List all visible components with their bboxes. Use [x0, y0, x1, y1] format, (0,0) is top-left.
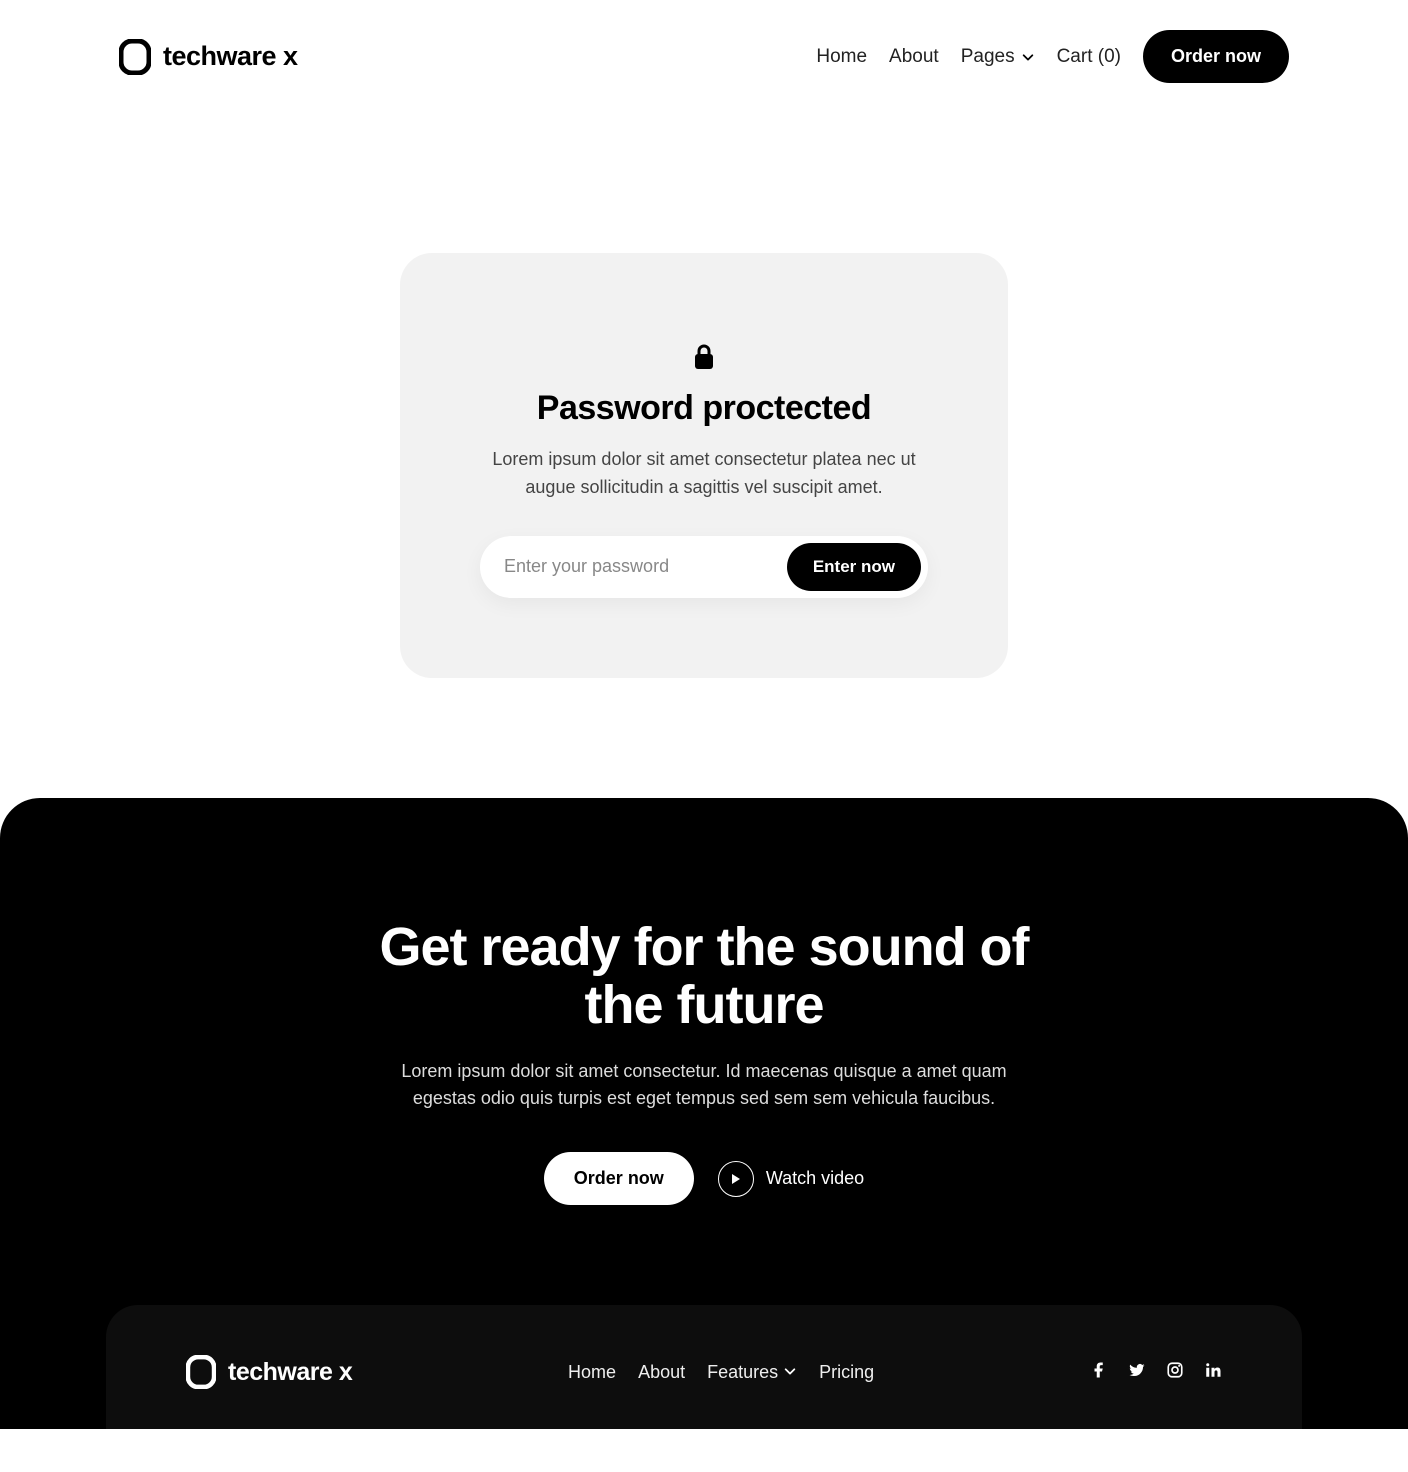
- nav-about[interactable]: About: [889, 46, 939, 68]
- cta-title: Get ready for the sound of the future: [344, 918, 1064, 1035]
- header: techware x Home About Pages Cart (0) Ord…: [119, 0, 1289, 113]
- watch-video-label: Watch video: [766, 1168, 864, 1189]
- lock-icon: [692, 343, 716, 371]
- cta-order-button[interactable]: Order now: [544, 1152, 694, 1205]
- main-content: Password proctected Lorem ipsum dolor si…: [0, 113, 1408, 798]
- twitter-icon: [1128, 1361, 1146, 1379]
- nav-cart[interactable]: Cart (0): [1057, 46, 1121, 68]
- order-now-button[interactable]: Order now: [1143, 30, 1289, 83]
- footer-nav-home[interactable]: Home: [568, 1362, 616, 1383]
- primary-nav: Home About Pages Cart (0) Order now: [816, 30, 1289, 83]
- nav-pages[interactable]: Pages: [961, 46, 1035, 68]
- play-icon: [718, 1161, 754, 1197]
- brand-name: techware x: [163, 41, 298, 72]
- password-form: Enter now: [480, 536, 928, 598]
- logo-icon: [119, 39, 151, 75]
- cta-description: Lorem ipsum dolor sit amet consectetur. …: [344, 1058, 1064, 1112]
- footer-nav-about[interactable]: About: [638, 1362, 685, 1383]
- brand-logo[interactable]: techware x: [119, 39, 298, 75]
- facebook-icon: [1090, 1361, 1108, 1379]
- logo-icon: [186, 1355, 216, 1389]
- chevron-down-icon: [1021, 50, 1035, 64]
- nav-pages-label: Pages: [961, 46, 1015, 68]
- social-links: [1090, 1361, 1222, 1384]
- footer-nav-features-label: Features: [707, 1362, 778, 1382]
- password-card: Password proctected Lorem ipsum dolor si…: [400, 253, 1008, 678]
- facebook-link[interactable]: [1090, 1361, 1108, 1384]
- nav-home[interactable]: Home: [816, 46, 867, 68]
- instagram-icon: [1166, 1361, 1184, 1379]
- card-description: Lorem ipsum dolor sit amet consectetur p…: [480, 446, 928, 502]
- card-title: Password proctected: [480, 389, 928, 428]
- footer-nav-pricing[interactable]: Pricing: [819, 1362, 874, 1383]
- watch-video-button[interactable]: Watch video: [718, 1161, 864, 1197]
- cta-buttons: Order now Watch video: [344, 1152, 1064, 1205]
- instagram-link[interactable]: [1166, 1361, 1184, 1384]
- enter-now-button[interactable]: Enter now: [787, 543, 921, 591]
- linkedin-icon: [1204, 1361, 1222, 1379]
- footer-nav: Home About Features Pricing: [568, 1362, 874, 1383]
- chevron-down-icon: [783, 1364, 797, 1378]
- cta-section: Get ready for the sound of the future Lo…: [0, 798, 1408, 1306]
- footer-nav-features[interactable]: Features: [707, 1362, 797, 1383]
- footer-brand-name: techware x: [228, 1358, 352, 1387]
- linkedin-link[interactable]: [1204, 1361, 1222, 1384]
- footer: techware x Home About Features Pricing: [106, 1305, 1302, 1429]
- twitter-link[interactable]: [1128, 1361, 1146, 1384]
- footer-wrap: techware x Home About Features Pricing: [0, 1305, 1408, 1429]
- footer-logo[interactable]: techware x: [186, 1355, 352, 1389]
- password-input[interactable]: [504, 556, 787, 577]
